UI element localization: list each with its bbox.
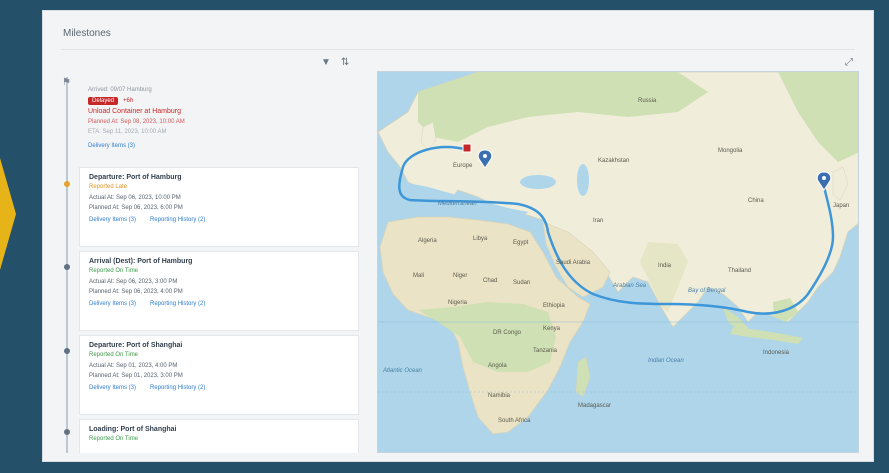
central-africa-forest	[418, 302, 556, 372]
actual-line: Actual At: Sep 06, 2023, 10:00 PM	[89, 195, 181, 201]
map-label: Nigeria	[448, 300, 468, 306]
fullscreen-icon[interactable]: ⤢	[845, 57, 853, 68]
milestone-card[interactable]: Arrival (Dest): Port of Hamburg Reported…	[79, 251, 359, 331]
map-label: Indonesia	[763, 350, 790, 356]
map-label: India	[658, 263, 672, 269]
milestone-card[interactable]: Loading: Port of Shanghai Reported On Ti…	[79, 419, 359, 453]
map-label: Madagascar	[578, 403, 611, 409]
delivery-items-link[interactable]: Delivery Items (3)	[88, 143, 135, 149]
caspian-sea	[577, 164, 589, 196]
timeline-dot	[64, 348, 70, 354]
sort-icon[interactable]: ⇅	[341, 57, 349, 68]
map-label: Kazakhstan	[598, 158, 629, 164]
map-label: Niger	[453, 273, 467, 279]
map-label: Iran	[593, 218, 603, 224]
timeline-dot	[64, 429, 70, 435]
flag-icon: ⚑	[62, 77, 71, 88]
map-label: DR Congo	[493, 330, 522, 336]
milestones-panel: Milestones ▼ ⇅ ⤢ ⚑ Arrived: 09/07 Hambur…	[42, 10, 874, 462]
milestone-card[interactable]: Departure: Port of Hamburg Reported Late…	[79, 167, 359, 247]
milestone-status: Reported Late	[89, 184, 128, 190]
map-label: Libya	[473, 236, 488, 242]
ocean-label: Atlantic Ocean	[382, 368, 423, 374]
ocean-label: Bay of Bengal	[688, 288, 726, 294]
title-divider	[61, 49, 855, 50]
links-row: Delivery Items (3) Reporting History (2)	[89, 217, 349, 223]
filter-icon[interactable]: ▼	[321, 57, 331, 68]
delivery-items-link[interactable]: Delivery Items (3)	[89, 301, 136, 307]
map-label: Ethiopia	[543, 303, 565, 309]
milestone-status: Reported On Time	[89, 268, 139, 274]
delayed-badge: Delayed	[88, 97, 119, 105]
map-label: South Africa	[498, 418, 531, 424]
milestone-card[interactable]: Departure: Port of Shanghai Reported On …	[79, 335, 359, 415]
route-map[interactable]: Russia Kazakhstan Mongolia China Iran In…	[377, 71, 859, 453]
milestone-title: Departure: Port of Shanghai	[89, 342, 183, 349]
madagascar	[575, 356, 591, 398]
links-row: Delivery Items (3) Reporting History (2)	[89, 301, 349, 307]
origin-marker[interactable]	[462, 143, 472, 153]
actual-line: Actual At: Sep 01, 2023, 4:00 PM	[89, 363, 178, 369]
ocean-label: Indian Ocean	[648, 358, 684, 364]
map-label: Chad	[483, 278, 497, 284]
ocean-label: Mediterranean	[438, 201, 477, 207]
panel-title: Milestones	[63, 28, 111, 39]
ocean-label: Arabian Sea	[612, 283, 647, 289]
map-label: Russia	[638, 98, 657, 104]
map-label: Tanzania	[533, 348, 558, 354]
black-sea	[520, 175, 556, 189]
eta-line: ETA: Sep 11, 2023, 10:00 AM	[88, 129, 167, 135]
badge-row: Delayed +6h	[88, 97, 350, 105]
timeline-dot	[64, 181, 70, 187]
map-label: China	[748, 198, 764, 204]
planned-line: Planned At: Sep 08, 2023, 10:00 AM	[88, 119, 185, 125]
carousel-next-arrow[interactable]	[0, 158, 16, 270]
map-label: Mali	[413, 273, 424, 279]
milestone-status: Reported On Time	[89, 352, 139, 358]
links-row: Delivery Items (3)	[88, 143, 350, 149]
delivery-items-link[interactable]: Delivery Items (3)	[89, 217, 136, 223]
map-label: Angola	[488, 363, 507, 369]
actual-line: Actual At: Sep 06, 2023, 3:00 PM	[89, 279, 178, 285]
delivery-items-link[interactable]: Delivery Items (3)	[89, 385, 136, 391]
map-label: Kenya	[543, 326, 561, 332]
map-label: Algeria	[418, 238, 437, 244]
milestone-current[interactable]: Arrived: 09/07 Hamburg Delayed +6h Unloa…	[79, 83, 359, 153]
links-row: Delivery Items (3) Reporting History (2)	[89, 385, 349, 391]
map-label: Saudi Arabia	[556, 260, 591, 266]
timeline-toolbar: ▼ ⇅	[321, 57, 349, 68]
reporting-history-link[interactable]: Reporting History (2)	[150, 217, 205, 223]
map-label: Japan	[833, 203, 849, 209]
timeline-dot	[64, 264, 70, 270]
map-label: Europe	[453, 163, 473, 169]
reporting-history-link[interactable]: Reporting History (2)	[150, 385, 205, 391]
milestone-title: Loading: Port of Shanghai	[89, 426, 177, 433]
planned-line: Planned At: Sep 06, 2023, 6:00 PM	[89, 205, 183, 211]
milestone-timeline: ⚑ Arrived: 09/07 Hamburg Delayed +6h Unl…	[59, 71, 361, 453]
map-label: Namibia	[488, 393, 511, 399]
map-label: Thailand	[728, 268, 751, 274]
milestone-title: Arrival (Dest): Port of Hamburg	[89, 258, 193, 265]
milestone-status: Reported On Time	[89, 436, 139, 442]
map-label: Egypt	[513, 240, 529, 246]
reporting-history-link[interactable]: Reporting History (2)	[150, 301, 205, 307]
map-label: Mongolia	[718, 148, 743, 154]
milestone-status-line: Arrived: 09/07 Hamburg	[88, 87, 152, 93]
map-label: Sudan	[513, 280, 530, 286]
delay-note: +6h	[123, 98, 134, 104]
milestone-title: Departure: Port of Hamburg	[89, 174, 182, 181]
planned-line: Planned At: Sep 01, 2023, 3:00 PM	[89, 373, 183, 379]
planned-line: Planned At: Sep 06, 2023, 4:00 PM	[89, 289, 183, 295]
milestone-title: Unload Container at Hamburg	[88, 108, 181, 115]
